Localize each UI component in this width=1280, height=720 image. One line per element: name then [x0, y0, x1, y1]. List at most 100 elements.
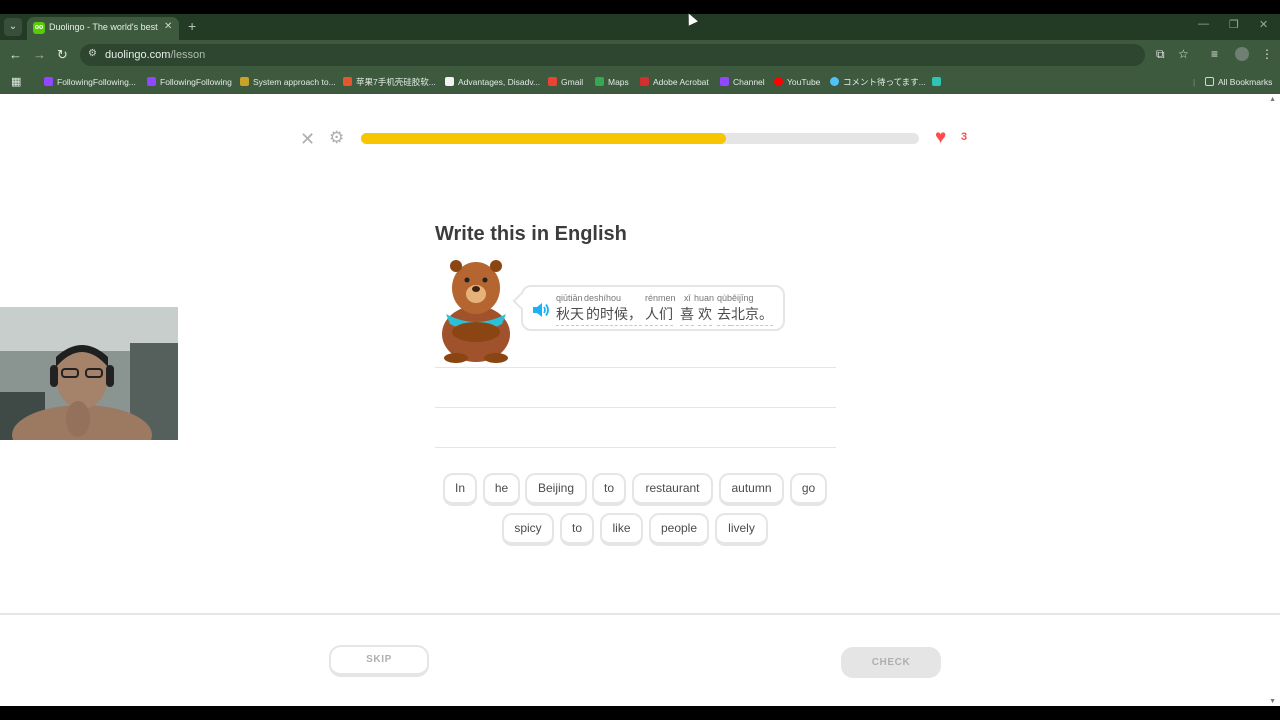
bookmark-item[interactable]: Adobe Acrobat	[640, 75, 709, 89]
challenge-prompt: Write this in English	[435, 223, 627, 245]
settings-gear-icon[interactable]: ⚙	[329, 128, 344, 148]
bookmark-site-icon	[830, 77, 839, 86]
tab-close-icon[interactable]: ✕	[164, 21, 172, 32]
bookmark-item[interactable]: 苹果7手机壳硅胶软...	[343, 75, 436, 89]
answer-line[interactable]	[435, 367, 836, 368]
bookmark-site-icon	[343, 77, 352, 86]
speaker-icon[interactable]	[531, 301, 551, 319]
pinyin-hint: qiūtiān	[556, 293, 583, 303]
browser-tab-duolingo[interactable]: oo Duolingo - The world's best way to le…	[27, 17, 179, 40]
forward-arrow-icon[interactable]: →	[33, 47, 46, 62]
screen-top-bar	[0, 0, 1280, 14]
word-chip-beijing[interactable]: Beijing	[525, 473, 587, 506]
pinyin-hint: huan	[694, 293, 715, 303]
tab-title: Duolingo - The world's best way to learn	[49, 22, 159, 32]
word-chip-lively[interactable]: lively	[715, 513, 768, 546]
heart-icon: ♥	[935, 127, 947, 148]
bookmark-item[interactable]: Maps	[595, 75, 629, 89]
pinyin-hint: běijīng	[727, 293, 754, 303]
webcam-overlay	[0, 307, 178, 440]
check-button[interactable]: CHECK	[841, 647, 941, 678]
browser-tab-strip: ⌄ oo Duolingo - The world's best way to …	[0, 14, 1280, 40]
menu-kebab-icon[interactable]: ⋮	[1261, 47, 1273, 61]
bookmarks-divider: |	[1193, 77, 1196, 87]
bookmark-item[interactable]: Advantages, Disadv...	[445, 75, 540, 89]
word-chip-he[interactable]: he	[483, 473, 520, 506]
twitch-icon	[147, 77, 156, 86]
lesson-progress-fill	[361, 133, 727, 144]
bookmark-item[interactable]: System approach to...	[240, 75, 336, 89]
hanzi-token[interactable]: 秋天	[556, 304, 584, 326]
close-lesson-icon[interactable]: ✕	[300, 129, 315, 150]
install-app-icon[interactable]: ⧉	[1156, 47, 1165, 62]
skip-button[interactable]: SKIP	[329, 645, 429, 677]
pinyin-hint: deshíhou	[584, 293, 622, 303]
word-chip-restaurant[interactable]: restaurant	[632, 473, 713, 506]
hanzi-token[interactable]: 的时候，	[586, 304, 642, 326]
profile-avatar[interactable]	[1235, 47, 1249, 61]
window-close-icon[interactable]: ✕	[1259, 18, 1268, 31]
scroll-down-arrow-icon[interactable]: ▼	[1269, 698, 1276, 705]
speech-bubble: qiūtiān deshíhou rénmen xǐ huan qù běijī…	[512, 285, 785, 331]
footer-divider	[0, 613, 1280, 615]
hanzi-token[interactable]: 欢	[698, 304, 712, 326]
webcam-person-image	[0, 307, 178, 440]
word-chip-spicy[interactable]: spicy	[502, 513, 554, 546]
bookmark-site-icon	[932, 77, 941, 86]
bookmark-item[interactable]: Channel	[720, 75, 765, 89]
new-tab-button[interactable]: +	[188, 18, 196, 34]
hanzi-token[interactable]: 人们	[645, 304, 673, 326]
pinyin-hint: qù	[717, 293, 728, 303]
word-chip-to[interactable]: to	[592, 473, 626, 506]
maps-icon	[595, 77, 604, 86]
youtube-icon	[774, 77, 783, 86]
lesson-page: ▲ ✕ ⚙ ♥ 3 Write this in English qiūtiān …	[0, 94, 1280, 706]
back-arrow-icon[interactable]: ←	[9, 47, 22, 62]
hanzi-token[interactable]: 去	[717, 304, 731, 326]
bookmark-site-icon	[240, 77, 249, 86]
bookmark-star-icon[interactable]: ☆	[1178, 47, 1189, 61]
bookmark-item[interactable]: YouTube	[774, 75, 820, 89]
pinyin-hint: rénmen	[645, 293, 676, 303]
gmail-icon	[548, 77, 557, 86]
reading-list-icon[interactable]: ≡	[1211, 47, 1218, 61]
reload-icon[interactable]: ↻	[57, 47, 68, 63]
hanzi-token[interactable]: 北京。	[731, 304, 773, 326]
tab-search-icon[interactable]: ⌄	[4, 18, 22, 36]
url-text: duolingo.com/lesson	[105, 49, 206, 61]
bookmarks-bar: ▦ FollowingFollowing... FollowingFollowi…	[0, 70, 1280, 94]
word-chip-like[interactable]: like	[600, 513, 643, 546]
all-bookmarks-button[interactable]: All Bookmarks	[1205, 75, 1272, 89]
scroll-up-arrow-icon[interactable]: ▲	[1269, 96, 1276, 103]
bear-character-icon	[442, 260, 510, 363]
twitch-icon	[44, 77, 53, 86]
bookmark-item[interactable]: Gmail	[548, 75, 583, 89]
pinyin-hint: xǐ	[684, 293, 691, 303]
restore-icon[interactable]: ❐	[1229, 18, 1239, 31]
folder-icon	[1205, 77, 1214, 86]
answer-line[interactable]	[435, 447, 836, 448]
lesson-progress-bar	[361, 133, 919, 144]
answer-line[interactable]	[435, 407, 836, 408]
bookmark-item[interactable]: FollowingFollowing...	[44, 75, 136, 89]
apps-grid-icon[interactable]: ▦	[11, 75, 21, 89]
acrobat-icon	[640, 77, 649, 86]
twitch-icon	[720, 77, 729, 86]
word-chip-people[interactable]: people	[649, 513, 709, 546]
bookmark-item[interactable]: コメント待ってます...	[830, 75, 926, 89]
word-chip-go[interactable]: go	[790, 473, 827, 506]
duolingo-favicon-icon: oo	[33, 22, 45, 34]
screen-bottom-bar	[0, 706, 1280, 720]
bookmark-item[interactable]: FollowingFollowing	[147, 75, 232, 89]
browser-toolbar: ← → ↻ ⚙ duolingo.com/lesson ⧉ ☆ ≡ ⋮	[0, 40, 1280, 70]
site-info-icon[interactable]: ⚙	[88, 48, 97, 59]
address-bar[interactable]: ⚙ duolingo.com/lesson	[80, 44, 1145, 66]
hanzi-token[interactable]: 喜	[680, 304, 694, 326]
bookmark-site-icon	[445, 77, 454, 86]
minimize-icon[interactable]: —	[1198, 18, 1209, 30]
bookmark-item[interactable]	[932, 75, 945, 89]
word-chip-in[interactable]: In	[443, 473, 477, 506]
word-chip-to[interactable]: to	[560, 513, 594, 546]
hearts-count: 3	[961, 131, 968, 143]
word-chip-autumn[interactable]: autumn	[719, 473, 784, 506]
